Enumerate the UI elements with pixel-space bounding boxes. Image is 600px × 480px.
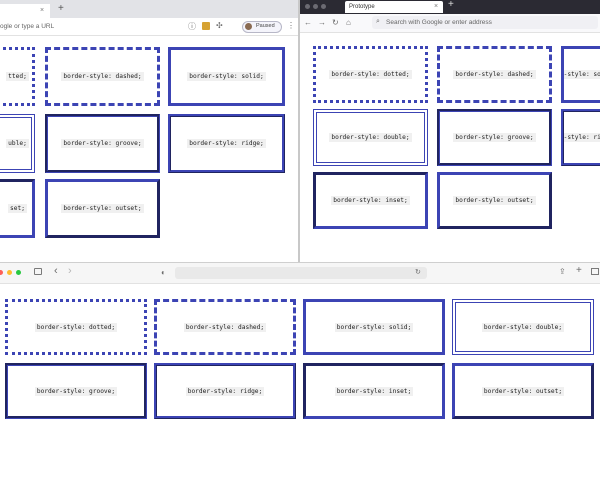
omnibox-input[interactable]: ogle or type a URL [0, 21, 54, 32]
privacy-shield-icon[interactable]: ◐ [161, 268, 166, 278]
forward-chevron-icon[interactable]: › [68, 266, 72, 277]
box-label: border-style: dotted; [34, 322, 118, 332]
profile-status: Paused [256, 23, 275, 29]
box-dotted: border-style: dotted; [5, 299, 147, 355]
tab-strip: × + [0, 0, 298, 18]
tab-strip: Prototype × + [300, 0, 600, 14]
box-label: border-style: solid; [564, 70, 600, 79]
box-solid: border-style: solid; [561, 46, 600, 103]
address-bar[interactable]: ⌕ Search with Google or enter address [372, 16, 598, 29]
toolbar: ← → ↻ ⌂ ⌕ Search with Google or enter ad… [300, 14, 600, 33]
box-label: tted; [6, 72, 29, 81]
box-ridge: border-style: ridge; [154, 363, 296, 419]
box-solid: border-style: solid; [168, 47, 285, 106]
close-window-icon[interactable] [305, 4, 310, 9]
box-label: border-style: ridge; [187, 139, 266, 148]
box-label: border-style: groove; [34, 386, 118, 396]
box-dashed: border-style: dashed; [437, 46, 552, 103]
box-label: border-style: inset; [331, 196, 410, 205]
box-label: border-style: dotted; [329, 70, 412, 79]
box-label: set; [8, 204, 27, 213]
tab-close-icon[interactable]: × [434, 1, 438, 13]
back-arrow-icon[interactable]: ← [304, 18, 312, 28]
box-label: border-style: solid; [334, 322, 414, 332]
forward-arrow-icon[interactable]: → [318, 18, 326, 28]
box-ridge: border-style: ridge; [561, 109, 600, 166]
search-icon: ⌕ [376, 18, 380, 25]
left-browser-window: × + ogle or type a URL ⓘ ✣ Paused ⋮ tted… [0, 0, 298, 262]
toolbar: ogle or type a URL ⓘ ✣ Paused ⋮ [0, 18, 298, 36]
address-bar[interactable]: ↻ [175, 267, 427, 279]
new-tab-button[interactable]: + [576, 266, 582, 276]
box-solid: border-style: solid; [303, 299, 445, 355]
box-label: border-style: dashed; [453, 70, 536, 79]
new-tab-button[interactable]: + [448, 0, 454, 10]
box-label: border-style: groove; [61, 139, 144, 148]
box-inset: border-style: inset; [303, 363, 445, 419]
address-input[interactable]: Search with Google or enter address [386, 17, 492, 28]
bottom-browser-window: ‹ › ◐ ↻ ⇪ + border-style: dotted; border… [0, 263, 600, 480]
box-label: border-style: dashed; [61, 72, 144, 81]
box-double: border-style: double; [313, 109, 428, 166]
box-label: border-style: double; [329, 133, 412, 142]
puzzle-icon[interactable]: ✣ [216, 21, 223, 31]
new-tab-button[interactable]: + [58, 3, 64, 14]
extension-icon[interactable] [202, 22, 210, 30]
box-double: border-style: double; [452, 299, 594, 355]
box-inset: border-style: inset; [313, 172, 428, 229]
avatar [245, 23, 252, 30]
box-label: border-style: groove; [453, 133, 536, 142]
tab-active[interactable]: × [0, 4, 50, 18]
box-label: border-style: outset; [453, 196, 536, 205]
box-double: uble; [0, 114, 35, 173]
box-label: uble; [6, 139, 29, 148]
info-icon[interactable]: ⓘ [188, 22, 196, 32]
box-dotted: border-style: dotted; [313, 46, 428, 103]
box-label: border-style: dashed; [183, 322, 267, 332]
reload-icon[interactable]: ↻ [415, 268, 421, 278]
box-label: border-style: double; [481, 322, 565, 332]
toolbar: ‹ › ◐ ↻ ⇪ + [0, 263, 600, 284]
box-label: border-style: inset; [334, 386, 414, 396]
zoom-window-icon[interactable] [321, 4, 326, 9]
box-label: border-style: solid; [187, 72, 266, 81]
menu-kebab-icon[interactable]: ⋮ [287, 21, 295, 31]
box-inset: set; [0, 179, 35, 238]
box-dashed: border-style: dashed; [154, 299, 296, 355]
box-groove: border-style: groove; [5, 363, 147, 419]
close-window-icon[interactable] [0, 270, 3, 275]
box-label: border-style: ridge; [185, 386, 265, 396]
box-label: border-style: outset; [481, 386, 565, 396]
box-groove: border-style: groove; [45, 114, 160, 173]
right-browser-window: Prototype × + ← → ↻ ⌂ ⌕ Search with Goog… [300, 0, 600, 262]
box-dashed: border-style: dashed; [45, 47, 160, 106]
back-chevron-icon[interactable]: ‹ [54, 266, 58, 277]
zoom-window-icon[interactable] [16, 270, 21, 275]
tab-overview-icon[interactable] [591, 268, 599, 275]
share-icon[interactable]: ⇪ [559, 267, 566, 277]
minimize-window-icon[interactable] [313, 4, 318, 9]
tab-prototype[interactable]: Prototype × [345, 1, 443, 13]
reload-icon[interactable]: ↻ [332, 18, 339, 28]
box-label: border-style: ridge; [564, 133, 600, 142]
box-outset: border-style: outset; [437, 172, 552, 229]
tab-close-icon[interactable]: × [40, 5, 44, 17]
minimize-window-icon[interactable] [7, 270, 12, 275]
box-ridge: border-style: ridge; [168, 114, 285, 173]
tab-title: Prototype [349, 4, 375, 10]
box-outset: border-style: outset; [452, 363, 594, 419]
box-label: border-style: outset; [61, 204, 144, 213]
sidebar-icon[interactable] [34, 268, 42, 275]
box-dotted: tted; [0, 47, 35, 106]
home-icon[interactable]: ⌂ [346, 18, 351, 28]
profile-button[interactable]: Paused [242, 21, 282, 33]
box-outset: border-style: outset; [45, 179, 160, 238]
box-groove: border-style: groove; [437, 109, 552, 166]
